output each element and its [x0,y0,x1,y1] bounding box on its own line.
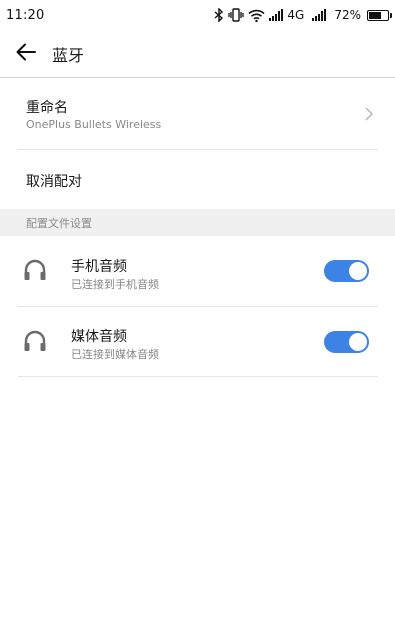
unpair-row[interactable]: 取消配对 [0,150,395,208]
profile-row-media-audio: 媒体音频 已连接到媒体音频 [0,306,395,376]
section-title: 配置文件设置 [26,216,92,230]
section-header: 配置文件设置 [0,209,395,236]
profile-subtitle: 已连接到手机音频 [71,278,159,291]
network-type: 4G [287,8,305,22]
bluetooth-icon [214,8,224,22]
app-header: 蓝牙 [0,30,395,78]
vibrate-icon [228,8,245,22]
page-title: 蓝牙 [52,45,85,65]
profile-row-phone-audio: 手机音频 已连接到手机音频 [0,236,395,306]
profile-title: 媒体音频 [71,329,127,345]
profile-title: 手机音频 [71,259,127,275]
headphones-icon [23,259,47,285]
rename-row[interactable]: 重命名 OnePlus Bullets Wireless [0,80,395,149]
status-icons: 4G 72% [214,8,392,22]
unpair-label: 取消配对 [26,174,82,190]
signal-icon [269,9,284,21]
divider [18,376,378,377]
arrow-left-icon [16,43,36,65]
phone-audio-toggle[interactable] [324,260,369,282]
battery-percent: 72% [334,8,361,22]
battery-icon [367,9,392,21]
profile-subtitle: 已连接到媒体音频 [71,348,159,361]
rename-label: 重命名 [26,100,68,116]
status-bar: 11:20 4G 72% [0,0,395,30]
device-name: OnePlus Bullets Wireless [26,118,162,131]
toggle-knob [349,333,367,351]
media-audio-toggle[interactable] [324,331,369,353]
signal-icon [312,9,327,21]
wifi-icon [248,9,265,22]
back-button[interactable] [0,30,52,78]
chevron-right-icon [365,106,373,125]
headphones-icon [23,330,47,356]
status-time: 11:20 [6,7,45,23]
toggle-knob [349,262,367,280]
battery-fill [369,11,381,19]
